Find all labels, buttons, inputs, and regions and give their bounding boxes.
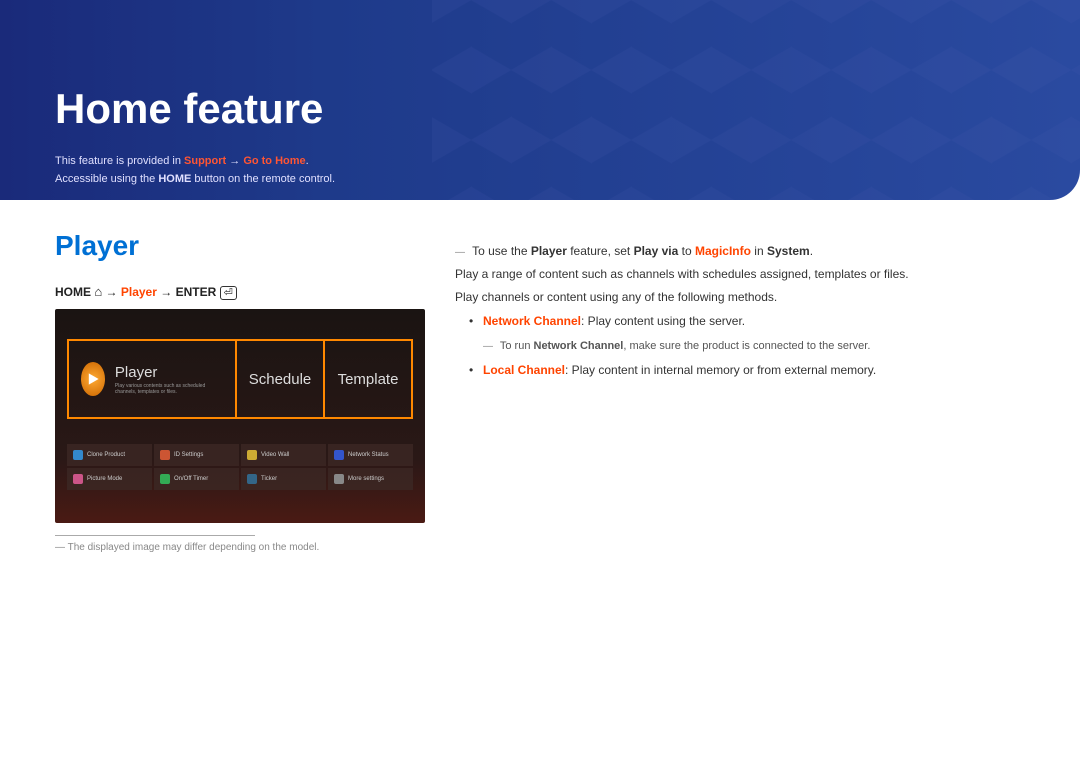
chapter-banner: Home feature This feature is provided in…	[0, 0, 1080, 200]
grid-cell: Clone Product	[67, 444, 152, 466]
grid-cell: More settings	[328, 468, 413, 490]
footnote-separator	[55, 535, 255, 536]
page-content: Player HOME → Player → ENTER Player Play…	[0, 200, 1080, 583]
grid-cell-label: Ticker	[261, 476, 277, 482]
grid-cell-icon	[160, 450, 170, 460]
grid-cell-icon	[73, 450, 83, 460]
grid-cell-label: On/Off Timer	[174, 476, 208, 482]
para-description: Play a range of content such as channels…	[455, 263, 1025, 286]
enter-icon	[220, 285, 237, 299]
grid-cell: Network Status	[328, 444, 413, 466]
grid-cell: ID Settings	[154, 444, 239, 466]
grid-cell-label: Clone Product	[87, 452, 125, 458]
banner-subtext: This feature is provided in Support → Go…	[55, 153, 1025, 188]
setup-note: To use the Player feature, set Play via …	[455, 240, 1025, 263]
list-item: Local Channel: Play content in internal …	[469, 359, 1025, 382]
list-item: Network Channel: Play content using the …	[469, 310, 1025, 333]
device-screenshot: Player Play various contents such as sch…	[55, 309, 425, 523]
home-icon	[94, 285, 102, 299]
grid-cell-icon	[160, 474, 170, 484]
grid-cell-icon	[247, 450, 257, 460]
grid-cell: Ticker	[241, 468, 326, 490]
para-methods: Play channels or content using any of th…	[455, 286, 1025, 309]
chapter-title: Home feature	[55, 85, 1025, 133]
tile-schedule: Schedule	[237, 339, 325, 419]
grid-cell: Picture Mode	[67, 468, 152, 490]
grid-cell-label: ID Settings	[174, 452, 203, 458]
tile-row: Player Play various contents such as sch…	[67, 339, 413, 419]
grid-cell-label: Picture Mode	[87, 476, 122, 482]
grid-cell-icon	[334, 450, 344, 460]
grid-cell-icon	[334, 474, 344, 484]
grid-cell-icon	[73, 474, 83, 484]
support-link: Support	[184, 155, 226, 167]
tile-player: Player Play various contents such as sch…	[67, 339, 237, 419]
grid-cell-label: More settings	[348, 476, 384, 482]
play-icon	[81, 362, 105, 396]
sub-note: To run Network Channel, make sure the pr…	[483, 336, 1025, 357]
grid-cell: Video Wall	[241, 444, 326, 466]
methods-list: Network Channel: Play content using the …	[469, 310, 1025, 333]
left-column: Player HOME → Player → ENTER Player Play…	[55, 230, 425, 553]
gotohome-link: Go to Home	[243, 155, 305, 167]
methods-list: Local Channel: Play content in internal …	[469, 359, 1025, 382]
right-column: To use the Player feature, set Play via …	[455, 230, 1025, 553]
footnote: ― The displayed image may differ dependi…	[55, 542, 425, 553]
grid-cell-label: Video Wall	[261, 452, 289, 458]
grid-cell: On/Off Timer	[154, 468, 239, 490]
grid-cell-label: Network Status	[348, 452, 389, 458]
grid-cell-icon	[247, 474, 257, 484]
nav-path: HOME → Player → ENTER	[55, 284, 425, 299]
tile-template: Template	[325, 339, 413, 419]
section-title: Player	[55, 230, 425, 262]
bottom-grid: Clone Product ID Settings Video Wall Networ…	[67, 444, 413, 490]
